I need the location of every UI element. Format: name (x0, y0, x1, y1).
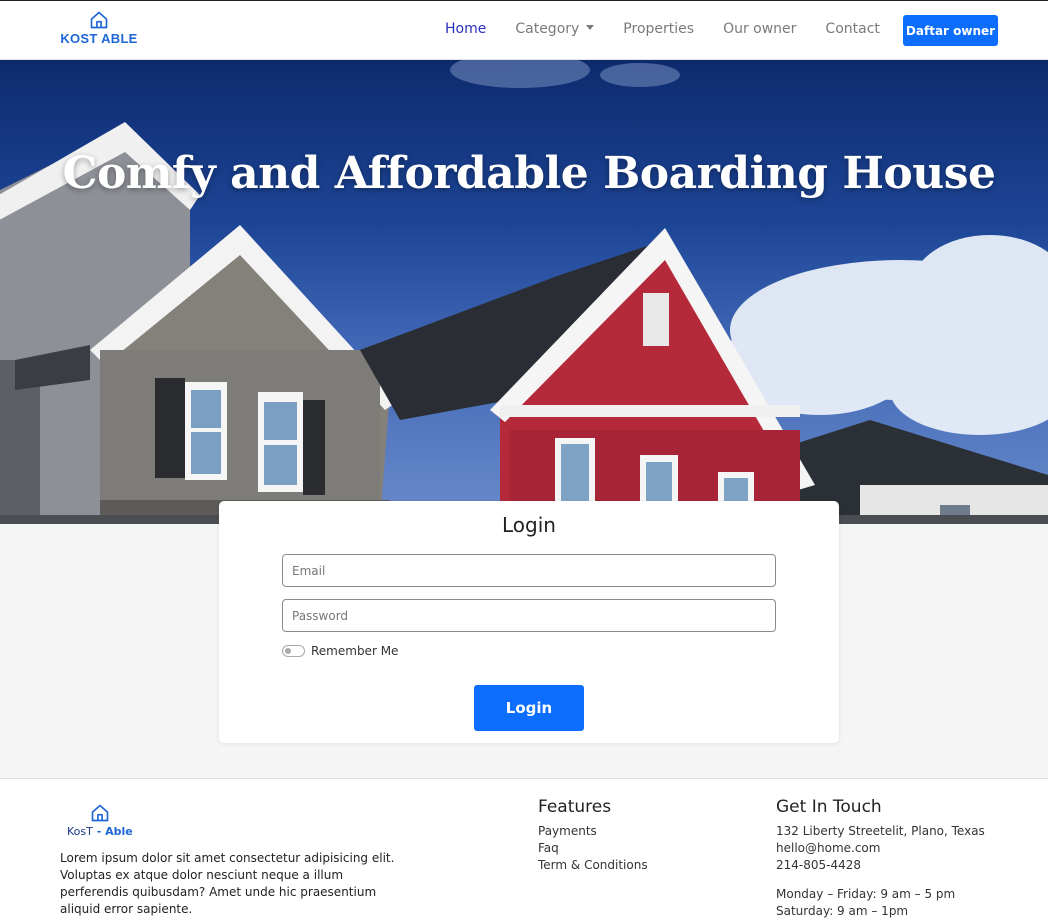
contact-spacer (776, 874, 985, 886)
password-field[interactable] (282, 599, 776, 632)
brand-name: KOST ABLE (60, 31, 138, 46)
features-heading: Features (538, 797, 612, 817)
house-icon (90, 11, 108, 29)
nav-category-label: Category (515, 21, 580, 37)
footer-brand-name: KosT - Able (67, 825, 137, 838)
contact-phone[interactable]: 214-805-4428 (776, 857, 985, 874)
remember-me-toggle[interactable] (282, 645, 305, 657)
footer-brand-suffix: - Able (92, 825, 133, 838)
remember-me-label: Remember Me (311, 644, 399, 658)
footer-brand[interactable]: KosT - Able (67, 803, 137, 838)
login-title: Login (502, 513, 556, 537)
hero-title: Comfy and Affordable Boarding House (62, 148, 996, 199)
nav-our-owner[interactable]: Our owner (723, 21, 796, 37)
hours-weekday: Monday – Friday: 9 am – 5 pm (776, 887, 956, 901)
nav-category-dropdown[interactable]: Category (515, 21, 595, 37)
toggle-knob (285, 648, 291, 654)
footer-link-payments[interactable]: Payments (538, 823, 648, 840)
nav-properties[interactable]: Properties (623, 21, 694, 37)
house-icon (91, 804, 109, 822)
contact-email[interactable]: hello@home.com (776, 840, 985, 857)
nav-contact[interactable]: Contact (825, 21, 879, 37)
remember-me: Remember Me (282, 644, 398, 658)
hours-saturday: Saturday: 9 am – 1pm (776, 904, 909, 918)
login-button[interactable]: Login (474, 685, 584, 731)
footer-brand-prefix: KosT (67, 825, 93, 838)
login-card: Login Remember Me Login (219, 501, 839, 743)
caret-down-icon (586, 25, 595, 30)
main-nav: Home Category Properties Our owner Conta… (445, 21, 909, 37)
footer-link-faq[interactable]: Faq (538, 840, 648, 857)
footer-description: Lorem ipsum dolor sit amet consectetur a… (60, 851, 395, 916)
hero-houses-image (0, 60, 1048, 524)
nav-home[interactable]: Home (445, 21, 486, 37)
footer: KosT - Able Lorem ipsum dolor sit amet c… (0, 778, 1048, 923)
footer-features: Features Payments Faq Term & Conditions (538, 797, 648, 874)
brand-logo[interactable]: KOST ABLE (60, 10, 138, 46)
contact-heading: Get In Touch (776, 797, 882, 817)
hero-banner: Comfy and Affordable Boarding House (0, 60, 1048, 524)
footer-contact: Get In Touch 132 Liberty Streetelit, Pla… (776, 797, 985, 920)
contact-address: 132 Liberty Streetelit, Plano, Texas (776, 824, 985, 838)
navbar: KOST ABLE Home Category Properties Our o… (0, 0, 1048, 60)
footer-link-terms[interactable]: Term & Conditions (538, 857, 648, 874)
register-owner-button[interactable]: Daftar owner (903, 15, 998, 46)
email-field[interactable] (282, 554, 776, 587)
